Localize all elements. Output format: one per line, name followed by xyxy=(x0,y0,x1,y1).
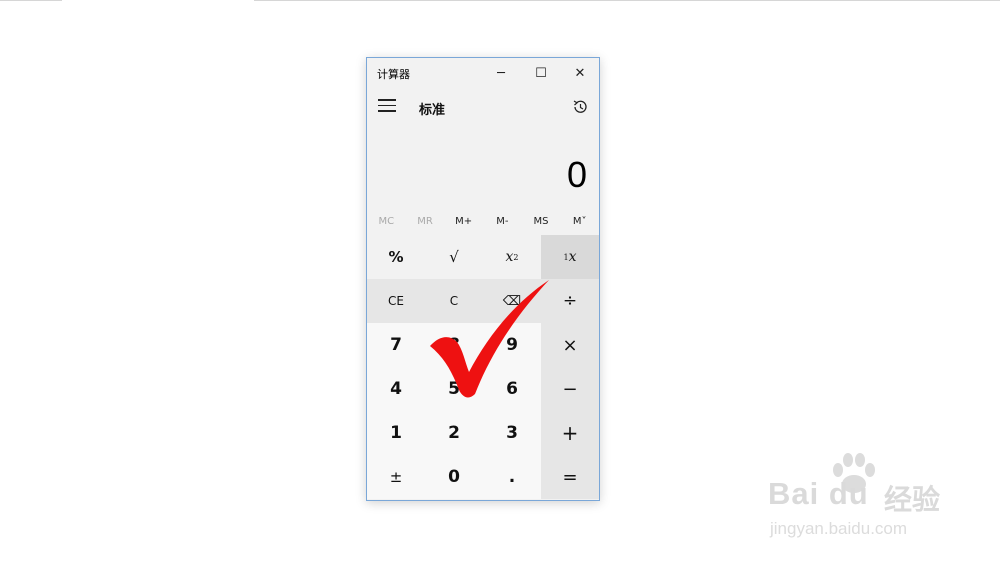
memory-subtract-button[interactable]: M- xyxy=(483,212,522,232)
equals-button[interactable]: = xyxy=(541,455,599,499)
reciprocal-denominator-label: x xyxy=(568,249,577,265)
close-button[interactable]: ✕ xyxy=(566,63,594,83)
memory-recall-button[interactable]: MR xyxy=(406,212,445,232)
square-base-label: x xyxy=(505,249,514,265)
watermark-url: jingyan.baidu.com xyxy=(770,519,908,538)
digit-0-button[interactable]: 0 xyxy=(425,455,483,499)
mode-title: 标准 xyxy=(419,103,446,118)
digit-3-button[interactable]: 3 xyxy=(483,411,541,455)
backspace-button[interactable]: ⌫ xyxy=(483,279,541,323)
baidu-logo-text: Bai du xyxy=(768,476,869,511)
multiply-button[interactable]: × xyxy=(541,323,599,367)
digit-1-button[interactable]: 1 xyxy=(367,411,425,455)
memory-row: MC MR M+ M- MS M˅ xyxy=(367,212,599,232)
negate-button[interactable]: ± xyxy=(367,455,425,499)
top-divider-left xyxy=(0,0,62,1)
title-bar: 计算器 ─ ☐ ✕ xyxy=(367,58,599,88)
window-title: 计算器 xyxy=(377,68,410,81)
jingyan-logo-text: 经验 xyxy=(884,483,941,516)
digit-4-button[interactable]: 4 xyxy=(367,367,425,411)
memory-clear-button[interactable]: MC xyxy=(367,212,406,232)
digit-2-button[interactable]: 2 xyxy=(425,411,483,455)
subtract-button[interactable]: − xyxy=(541,367,599,411)
percent-button[interactable]: % xyxy=(367,235,425,279)
maximize-button[interactable]: ☐ xyxy=(527,63,555,83)
digit-6-button[interactable]: 6 xyxy=(483,367,541,411)
square-button[interactable]: x2 xyxy=(483,235,541,279)
reciprocal-button[interactable]: 1x xyxy=(541,235,599,279)
digit-7-button[interactable]: 7 xyxy=(367,323,425,367)
keypad: % √ x2 1x CE C ⌫ ÷ 7 8 9 × 4 5 6 − 1 2 3… xyxy=(367,235,599,501)
square-exponent-label: 2 xyxy=(513,252,519,262)
divide-button[interactable]: ÷ xyxy=(541,279,599,323)
memory-list-button[interactable]: M˅ xyxy=(560,212,599,232)
calculator-window: 计算器 ─ ☐ ✕ 标准 0 MC MR M+ M- MS M˅ % √ x2 … xyxy=(366,57,600,501)
sqrt-button[interactable]: √ xyxy=(425,235,483,279)
digit-5-button[interactable]: 5 xyxy=(425,367,483,411)
digit-8-button[interactable]: 8 xyxy=(425,323,483,367)
decimal-button[interactable]: . xyxy=(483,455,541,499)
clear-button[interactable]: C xyxy=(425,279,483,323)
digit-9-button[interactable]: 9 xyxy=(483,323,541,367)
add-button[interactable]: + xyxy=(541,411,599,455)
history-icon[interactable] xyxy=(571,98,589,116)
top-divider-right xyxy=(254,0,1000,1)
minimize-button[interactable]: ─ xyxy=(487,63,515,83)
memory-store-button[interactable]: MS xyxy=(522,212,561,232)
clear-entry-button[interactable]: CE xyxy=(367,279,425,323)
hamburger-icon[interactable] xyxy=(378,99,396,113)
memory-add-button[interactable]: M+ xyxy=(444,212,483,232)
result-display: 0 xyxy=(566,154,587,195)
